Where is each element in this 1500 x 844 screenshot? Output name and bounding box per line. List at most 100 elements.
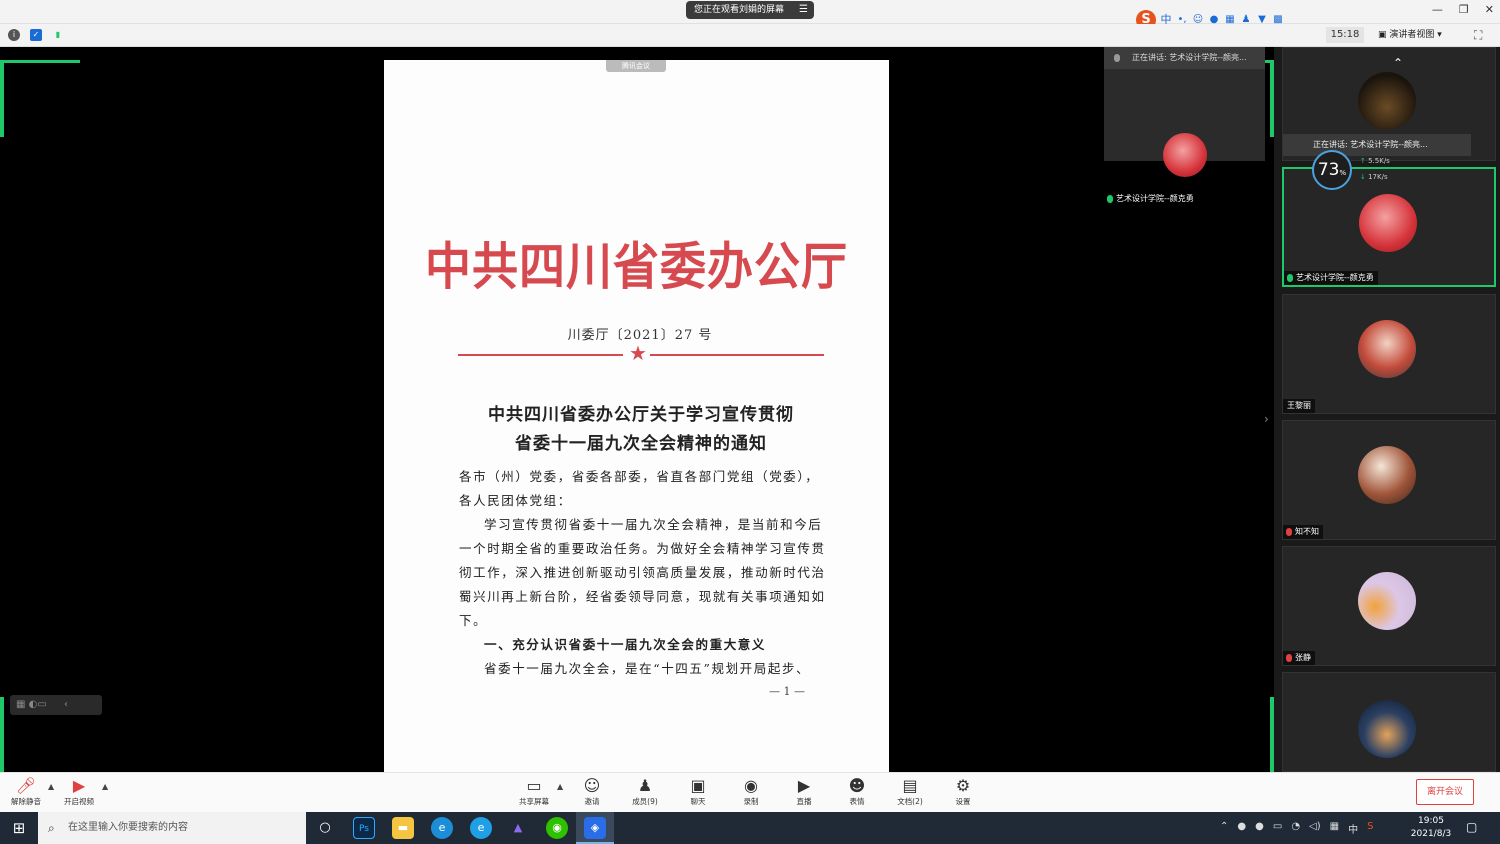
windows-start-icon[interactable]: ⊞	[0, 812, 38, 844]
menu-icon[interactable]: ☰	[799, 1, 808, 19]
document-header: 中共四川省委办公厅	[425, 236, 848, 296]
docs-label: 文档(2)	[897, 797, 923, 806]
taskbar-date: 2021/8/3	[1410, 829, 1452, 839]
avatar	[1358, 572, 1416, 630]
annotate-icon[interactable]: ◐▭	[29, 699, 47, 710]
screen-share-banner[interactable]: 您正在观看刘娟的屏幕 ☰	[686, 1, 814, 19]
record-button[interactable]: ◉ 录制	[726, 776, 776, 807]
annotation-toolbar[interactable]: ▦ ◐▭ ‹	[10, 695, 102, 715]
keyboard-icon[interactable]: ▦	[1330, 821, 1339, 836]
avatar	[1358, 72, 1416, 130]
meeting-timer: 15:18	[1326, 27, 1364, 43]
participant-name-text: 知不知	[1295, 527, 1319, 536]
document-title-line1: 中共四川省委办公厅关于学习宣传贯彻	[488, 405, 794, 425]
speaking-status-text: 正在讲话: 艺术设计学院--颜亮...	[1132, 53, 1247, 62]
download-rate: ↓ 17K/s	[1360, 173, 1388, 181]
participant-tile[interactable]: 知不知	[1282, 420, 1496, 540]
close-button[interactable]: ✕	[1485, 3, 1494, 16]
share-screen-button[interactable]: ▭ 共享屏幕	[509, 776, 559, 807]
tray-app-icon[interactable]: ●	[1255, 821, 1264, 836]
camera-off-icon: ▶︎	[72, 776, 86, 795]
participant-tile[interactable]: 张静	[1282, 546, 1496, 666]
document-icon: ▤	[902, 776, 918, 795]
body-paragraph: 省委十一届九次全会，是在“十四五”规划开局起步、	[484, 661, 811, 676]
sogou-tray-icon[interactable]: S	[1367, 821, 1373, 836]
invite-button[interactable]: ☺ 邀请	[567, 776, 617, 807]
tencent-meeting-taskbar-button[interactable]: ◈	[576, 812, 614, 844]
live-button[interactable]: ▶ 直播	[779, 776, 829, 807]
share-border	[0, 697, 4, 772]
unmute-button[interactable]: 🎤︎ 解除静音	[1, 776, 51, 807]
record-label: 录制	[743, 797, 759, 806]
tray-ime-mode[interactable]: 中	[1348, 821, 1358, 836]
chevron-up-icon[interactable]: ▲	[102, 782, 108, 791]
network-percent: 73	[1317, 160, 1340, 180]
participant-name: 知不知	[1283, 525, 1323, 539]
avatar	[1358, 320, 1416, 378]
tencent-meeting-icon: ◈	[584, 817, 606, 839]
taskbar-clock[interactable]: 19:05 2021/8/3	[1408, 815, 1454, 841]
notification-icon[interactable]: ▢	[1466, 820, 1477, 834]
chevron-up-icon[interactable]: ⌃	[1220, 821, 1228, 836]
network-percent-unit: %	[1339, 169, 1347, 177]
avatar	[1358, 446, 1416, 504]
participant-tile[interactable]	[1282, 672, 1496, 772]
shared-document: 腾讯会议 中共四川省委办公厅 川委厅〔2021〕27 号 ★ 中共四川省委办公厅…	[384, 60, 889, 772]
image-viewer-icon[interactable]: ▲	[507, 817, 529, 839]
chat-button[interactable]: ▣ 聊天	[673, 776, 723, 807]
chevron-up-icon[interactable]: ⌃	[1393, 56, 1403, 70]
participant-name-text: 艺术设计学院--颜克勇	[1296, 273, 1374, 282]
taskbar-search-placeholder: 在这里输入你要搜索的内容	[68, 822, 188, 833]
document-title-line2: 省委十一届九次全会精神的通知	[515, 434, 767, 454]
network-quality-gauge: 73%	[1312, 150, 1352, 190]
share-screen-label: 共享屏幕	[519, 797, 549, 806]
shield-icon[interactable]: ✓	[30, 29, 42, 41]
participant-name: 艺术设计学院--颜克勇	[1104, 192, 1198, 206]
share-border	[0, 61, 4, 137]
taskbar-time: 19:05	[1418, 816, 1444, 826]
docs-button[interactable]: ▤ 文档(2)	[885, 776, 935, 807]
signal-icon[interactable]: ▮	[52, 29, 64, 41]
speaking-popup: 正在讲话: 艺术设计学院--颜亮...	[1283, 134, 1471, 156]
tray-app-icon[interactable]: ●	[1237, 821, 1246, 836]
members-label: 成员(9)	[632, 797, 658, 806]
unmute-label: 解除静音	[11, 797, 41, 806]
record-icon: ◉	[744, 776, 758, 795]
windows-taskbar: ⊞ ⌕ 在这里输入你要搜索的内容 ○ Ps ▬ e e ▲ ◉ ◈ ⌃ ● ● …	[0, 812, 1500, 844]
minimize-button[interactable]: —	[1432, 3, 1443, 16]
restore-button[interactable]: ❐	[1459, 3, 1469, 16]
settings-button[interactable]: ⚙ 设置	[938, 776, 988, 807]
participant-name: 艺术设计学院--颜克勇	[1284, 271, 1378, 285]
leave-meeting-button[interactable]: 离开会议	[1416, 779, 1474, 805]
browser-icon[interactable]: e	[470, 817, 492, 839]
volume-icon[interactable]: ◁)	[1309, 821, 1321, 836]
task-view-icon[interactable]: ○	[314, 817, 336, 839]
page-number: — 1 —	[769, 685, 805, 698]
meeting-app: 您正在观看刘娟的屏幕 ☰ S 中 •, ☺ ● ▦ ♟ ▼ ▩ — ❐ ✕ i …	[0, 0, 1500, 844]
start-video-button[interactable]: ▶︎ 开启视频	[54, 776, 104, 807]
wechat-icon[interactable]: ◉	[546, 817, 568, 839]
reactions-button[interactable]: ☻ 表情	[832, 776, 882, 807]
chevron-left-icon[interactable]: ‹	[64, 699, 68, 710]
view-mode-dropdown[interactable]: ▣ 演讲者视图 ▾	[1378, 27, 1460, 43]
info-icon[interactable]: i	[8, 29, 20, 41]
network-icon[interactable]: ◔	[1291, 821, 1300, 836]
battery-icon[interactable]: ▭	[1273, 821, 1282, 836]
chevron-right-icon[interactable]: ›	[1264, 412, 1269, 426]
document-body: 各市（州）党委，省委各部委，省直各部门党组（党委）， 各人民团体党组： 学习宣传…	[459, 465, 829, 681]
meeting-info-bar: i ✓ ▮ 15:18 ▣ 演讲者视图 ▾ ⛶	[0, 24, 1500, 47]
photoshop-icon[interactable]: Ps	[353, 817, 375, 839]
speaking-status: 正在讲话: 艺术设计学院--颜亮...	[1104, 47, 1265, 69]
taskbar-search-box[interactable]: ⌕ 在这里输入你要搜索的内容	[38, 812, 306, 844]
chevron-up-icon[interactable]: ▲	[557, 782, 563, 791]
participant-tile-active[interactable]: 艺术设计学院--颜克勇	[1282, 167, 1496, 287]
edge-browser-icon[interactable]: e	[431, 817, 453, 839]
grid-icon[interactable]: ▦	[16, 699, 25, 710]
file-explorer-icon[interactable]: ▬	[392, 817, 414, 839]
members-button[interactable]: ♟ 成员(9)	[620, 776, 670, 807]
participant-tile[interactable]: 王黎丽	[1282, 294, 1496, 414]
mic-icon	[1114, 54, 1120, 62]
speaker-floating-window[interactable]: 正在讲话: 艺术设计学院--颜亮... 艺术设计学院--颜克勇	[1104, 47, 1265, 206]
live-icon: ▶	[797, 776, 811, 795]
fullscreen-icon[interactable]: ⛶	[1474, 28, 1482, 43]
